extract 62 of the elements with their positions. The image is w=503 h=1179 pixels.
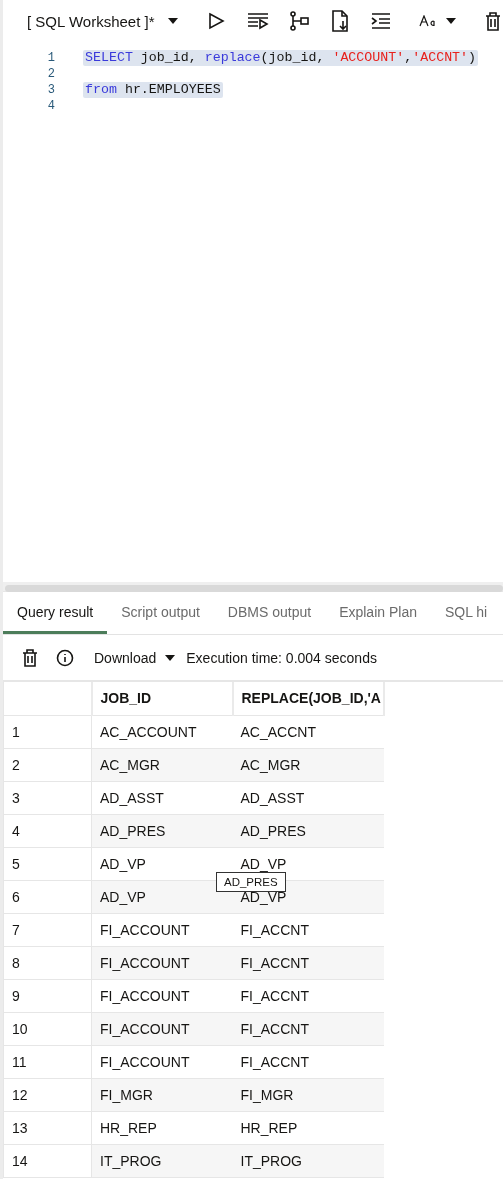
execution-time: Execution time: 0.004 seconds [186, 649, 377, 666]
line-number: 2 [46, 66, 56, 82]
row-number: 11 [3, 1045, 92, 1078]
result-tab[interactable]: Explain Plan [325, 592, 431, 634]
run-script-icon[interactable] [247, 12, 269, 30]
table-cell: AD_PRES [232, 814, 384, 847]
table-cell: AD_PRES [91, 814, 233, 847]
table-cell: AC_MGR [91, 748, 233, 781]
row-number: 10 [3, 1012, 92, 1045]
table-cell: FI_ACCOUNT [91, 1045, 233, 1078]
column-header[interactable]: JOB_ID [91, 682, 233, 715]
info-icon[interactable] [56, 648, 74, 667]
table-cell: FI_ACCNT [232, 946, 384, 979]
row-number: 1 [3, 715, 92, 748]
row-number: 12 [3, 1078, 92, 1111]
run-icon[interactable] [207, 12, 225, 30]
table-cell: AD_ASST [232, 781, 384, 814]
indent-icon[interactable] [371, 12, 391, 30]
row-number: 4 [3, 814, 92, 847]
row-number: 13 [3, 1111, 92, 1144]
table-cell: FI_ACCNT [232, 913, 384, 946]
table-cell: FI_MGR [232, 1078, 384, 1111]
line-number: 1 [46, 50, 56, 66]
row-number: 2 [3, 748, 92, 781]
row-number: 8 [3, 946, 92, 979]
table-cell: FI_ACCOUNT [91, 946, 233, 979]
trash-icon[interactable] [22, 648, 38, 667]
tooltip: AD_PRES [216, 872, 286, 892]
row-number: 6 [3, 880, 92, 913]
flow-icon[interactable] [289, 11, 309, 31]
table-cell: AC_ACCOUNT [91, 715, 233, 748]
table-cell: FI_ACCNT [232, 1045, 384, 1078]
line-number: 3 [46, 82, 56, 98]
trash-icon[interactable] [485, 11, 501, 31]
table-cell: IT_PROG [91, 1144, 233, 1177]
row-number: 14 [3, 1144, 92, 1177]
row-number: 5 [3, 847, 92, 880]
worksheet-title[interactable]: [ SQL Worksheet ]* [27, 12, 152, 30]
result-tab[interactable]: Script output [107, 592, 214, 634]
font-size-icon[interactable] [419, 15, 437, 27]
table-cell: FI_ACCOUNT [91, 979, 233, 1012]
line-number: 4 [46, 98, 56, 114]
table-cell: HR_REP [91, 1111, 233, 1144]
table-cell: FI_ACCNT [232, 979, 384, 1012]
result-tab[interactable]: SQL hi [430, 592, 502, 634]
download-file-icon[interactable] [331, 10, 349, 32]
row-number: 9 [3, 979, 92, 1012]
download-button[interactable]: Download [94, 649, 157, 666]
result-tab[interactable]: Query result [3, 592, 108, 634]
result-tab[interactable]: DBMS output [213, 592, 326, 634]
table-cell: FI_MGR [91, 1078, 233, 1111]
table-cell: FI_ACCOUNT [91, 1012, 233, 1045]
column-header[interactable]: REPLACE(JOB_ID,'A [232, 682, 384, 715]
row-number: 3 [3, 781, 92, 814]
table-cell: IT_PROG [232, 1144, 384, 1177]
table-cell: FI_ACCOUNT [91, 913, 233, 946]
table-cell: AD_ASST [91, 781, 233, 814]
row-number: 7 [3, 913, 92, 946]
table-cell: FI_ACCNT [232, 1012, 384, 1045]
table-cell: HR_REP [232, 1111, 384, 1144]
table-cell: AC_MGR [232, 748, 384, 781]
table-cell: AC_ACCNT [232, 715, 384, 748]
